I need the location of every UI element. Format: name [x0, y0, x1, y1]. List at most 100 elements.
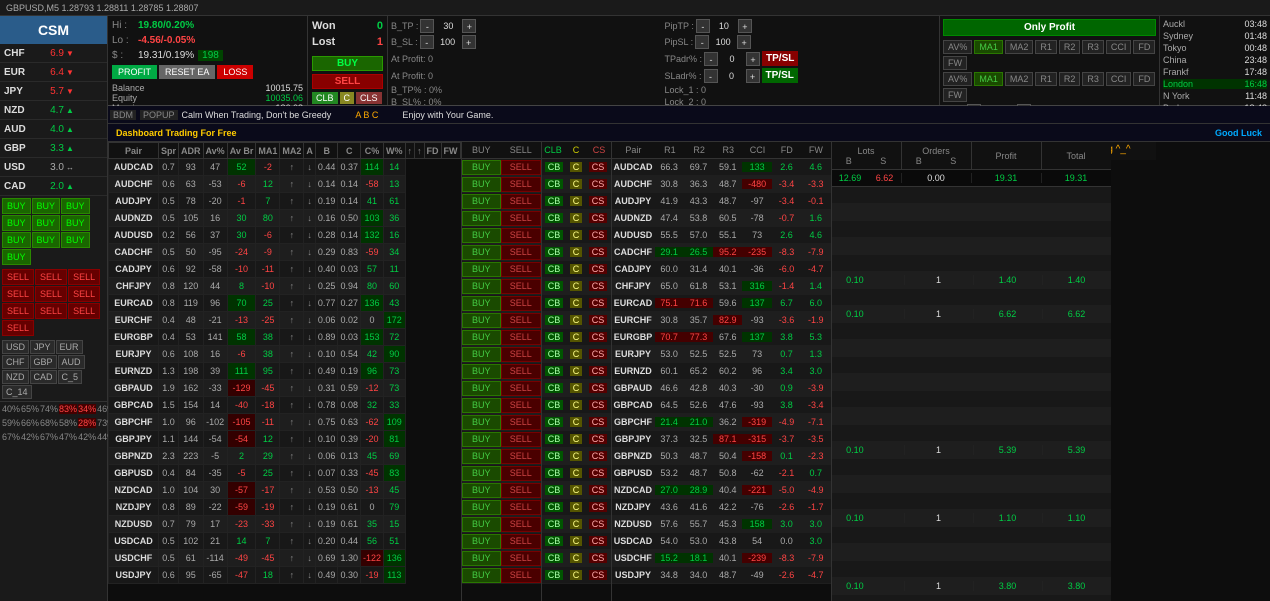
row-buy-button[interactable]: BUY	[462, 449, 502, 464]
row-c-button[interactable]: C	[570, 519, 583, 529]
row-buy-button[interactable]: BUY	[462, 534, 502, 549]
row-cs-button[interactable]: CS	[589, 417, 608, 427]
row-sell-button[interactable]: SELL	[501, 551, 541, 566]
row-sell-button[interactable]: SELL	[501, 160, 541, 175]
row-clb-button[interactable]: CB	[545, 434, 564, 444]
row-buy-button[interactable]: BUY	[462, 551, 502, 566]
row-clb-button[interactable]: CB	[545, 247, 564, 257]
sladr-minus[interactable]: -	[704, 69, 718, 83]
r1-btn2[interactable]: R1	[1035, 72, 1057, 86]
row-clb-button[interactable]: CB	[545, 451, 564, 461]
row-clb-button[interactable]: CB	[545, 366, 564, 376]
row-buy-button[interactable]: BUY	[462, 381, 502, 396]
row-c-button[interactable]: C	[570, 196, 583, 206]
b-sl-plus[interactable]: +	[462, 35, 476, 49]
row-cs-button[interactable]: CS	[589, 162, 608, 172]
buy-button-nzd[interactable]: BUY	[2, 232, 31, 248]
row-buy-button[interactable]: BUY	[462, 194, 502, 209]
row-cs-button[interactable]: CS	[589, 468, 608, 478]
row-cs-button[interactable]: CS	[589, 366, 608, 376]
right-stats-table[interactable]: Pair R1 R2 R3 CCI FD FW AUDCAD 66.3 69.7…	[611, 142, 831, 601]
row-cs-button[interactable]: CS	[589, 400, 608, 410]
av-pct-btn[interactable]: AV%	[943, 40, 972, 54]
row-clb-button[interactable]: CB	[545, 213, 564, 223]
row-c-button[interactable]: C	[570, 281, 583, 291]
row-c-button[interactable]: C	[570, 383, 583, 393]
row-c-button[interactable]: C	[570, 536, 583, 546]
sell-button-gbp[interactable]: SELL	[35, 286, 67, 302]
fd-btn[interactable]: FD	[1133, 40, 1155, 54]
sladr-plus[interactable]: +	[746, 69, 760, 83]
row-buy-button[interactable]: BUY	[462, 415, 502, 430]
tpadr-minus[interactable]: -	[704, 52, 718, 66]
sell-button-aud[interactable]: SELL	[35, 269, 67, 285]
row-clb-button[interactable]: CB	[545, 485, 564, 495]
row-clb-button[interactable]: CB	[545, 230, 564, 240]
clb-button[interactable]: CLB	[312, 92, 338, 104]
row-sell-button[interactable]: SELL	[501, 228, 541, 243]
row-cs-button[interactable]: CS	[589, 281, 608, 291]
r3-btn2[interactable]: R3	[1082, 72, 1104, 86]
row-buy-button[interactable]: BUY	[462, 466, 502, 481]
row-cs-button[interactable]: CS	[589, 536, 608, 546]
loss-button[interactable]: LOSS	[217, 65, 253, 79]
row-c-button[interactable]: C	[570, 468, 583, 478]
row-sell-button[interactable]: SELL	[501, 194, 541, 209]
row-cs-button[interactable]: CS	[589, 247, 608, 257]
buy-button-jpy[interactable]: BUY	[32, 198, 61, 214]
row-clb-button[interactable]: CB	[545, 383, 564, 393]
row-clb-button[interactable]: CB	[545, 468, 564, 478]
row-sell-button[interactable]: SELL	[501, 381, 541, 396]
row-c-button[interactable]: C	[570, 553, 583, 563]
ma1-btn2[interactable]: MA1	[974, 72, 1003, 86]
fw-btn[interactable]: FW	[943, 56, 967, 70]
row-buy-button[interactable]: BUY	[462, 364, 502, 379]
buy-button-c14[interactable]: BUY	[2, 249, 31, 265]
row-buy-button[interactable]: BUY	[462, 432, 502, 447]
row-sell-button[interactable]: SELL	[501, 534, 541, 549]
row-buy-button[interactable]: BUY	[462, 483, 502, 498]
row-clb-button[interactable]: CB	[545, 349, 564, 359]
row-cs-button[interactable]: CS	[589, 570, 608, 580]
row-clb-button[interactable]: CB	[545, 553, 564, 563]
row-sell-button[interactable]: SELL	[501, 415, 541, 430]
row-clb-button[interactable]: CB	[545, 519, 564, 529]
row-buy-button[interactable]: BUY	[462, 313, 502, 328]
row-buy-button[interactable]: BUY	[462, 330, 502, 345]
row-buy-button[interactable]: BUY	[462, 517, 502, 532]
row-sell-button[interactable]: SELL	[501, 245, 541, 260]
buy-button-eur[interactable]: BUY	[61, 198, 90, 214]
row-cs-button[interactable]: CS	[589, 451, 608, 461]
sell-button-nzd[interactable]: SELL	[2, 269, 34, 285]
ma2-btn2[interactable]: MA2	[1005, 72, 1034, 86]
row-sell-button[interactable]: SELL	[501, 296, 541, 311]
cls-button[interactable]: CLS	[356, 92, 382, 104]
row-c-button[interactable]: C	[570, 400, 583, 410]
row-c-button[interactable]: C	[570, 485, 583, 495]
row-sell-button[interactable]: SELL	[501, 279, 541, 294]
row-c-button[interactable]: C	[570, 179, 583, 189]
row-clb-button[interactable]: CB	[545, 570, 564, 580]
row-buy-button[interactable]: BUY	[462, 500, 502, 515]
row-clb-button[interactable]: CB	[545, 332, 564, 342]
row-clb-button[interactable]: CB	[545, 400, 564, 410]
row-buy-button[interactable]: BUY	[462, 347, 502, 362]
row-cs-button[interactable]: CS	[589, 519, 608, 529]
row-c-button[interactable]: C	[570, 332, 583, 342]
pip-tp-plus[interactable]: +	[738, 19, 752, 33]
sell-button-cad[interactable]: SELL	[35, 303, 67, 319]
row-sell-button[interactable]: SELL	[501, 517, 541, 532]
sell-button-aud2[interactable]: SELL	[68, 286, 100, 302]
row-sell-button[interactable]: SELL	[501, 211, 541, 226]
row-c-button[interactable]: C	[570, 213, 583, 223]
row-cs-button[interactable]: CS	[589, 196, 608, 206]
r1-btn[interactable]: R1	[1035, 40, 1057, 54]
row-sell-button[interactable]: SELL	[501, 262, 541, 277]
tpadr-plus[interactable]: +	[746, 52, 760, 66]
row-buy-button[interactable]: BUY	[462, 245, 502, 260]
r2-btn[interactable]: R2	[1059, 40, 1081, 54]
b-tp-minus[interactable]: -	[420, 19, 434, 33]
row-buy-button[interactable]: BUY	[462, 262, 502, 277]
cci-btn[interactable]: CCI	[1106, 40, 1132, 54]
row-clb-button[interactable]: CB	[545, 179, 564, 189]
